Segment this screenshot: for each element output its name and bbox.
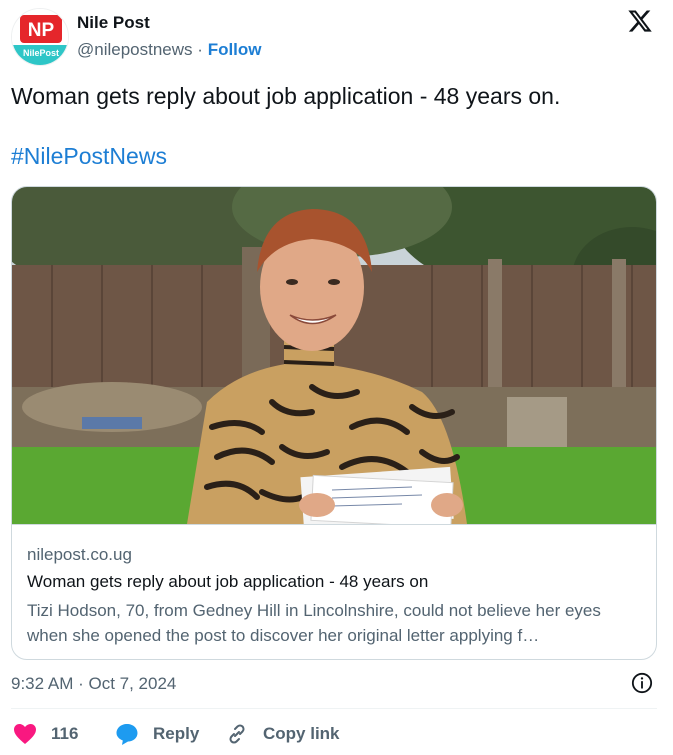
card-domain: nilepost.co.ug [27,545,132,564]
separator: · [197,40,203,59]
tweet-header: NP NilePost Nile Post @nilepostnews · Fo… [11,8,662,66]
reply-button[interactable]: Reply [115,720,199,748]
avatar-letters: NP [28,20,55,41]
card-body[interactable]: nilepost.co.ug Woman gets reply about jo… [12,524,656,659]
account-handle[interactable]: @nilepostnews [77,40,193,59]
like-count: 116 [51,724,79,743]
handle-line: @nilepostnews · Follow [77,40,262,60]
like-button[interactable]: 116 [13,720,78,748]
link-card[interactable]: nilepost.co.ug Woman gets reply about jo… [11,186,657,660]
link-icon [229,724,245,744]
reply-bubble-icon [116,724,138,745]
hashtag-link[interactable]: #NilePostNews [11,143,167,170]
divider [11,708,657,709]
card-description: Tizi Hodson, 70, from Gedney Hill in Lin… [27,601,601,645]
avatar[interactable]: NP NilePost [11,8,69,66]
action-bar: 116 Reply Copy link [11,720,657,748]
avatar-sub: NilePost [22,48,59,58]
nilepost-logo-icon: NP [20,15,62,43]
tweet-text: Woman gets reply about job application -… [11,83,561,109]
account-name[interactable]: Nile Post [77,13,150,33]
x-logo-icon[interactable] [626,8,654,34]
follow-button[interactable]: Follow [208,40,262,59]
reply-label: Reply [153,724,200,743]
heart-icon [14,724,36,744]
copy-link-label: Copy link [263,724,340,743]
card-image[interactable] [12,187,657,524]
info-icon[interactable] [631,672,653,694]
card-title: Woman gets reply about job application -… [27,572,429,591]
tweet-timestamp[interactable]: 9:32 AM · Oct 7, 2024 [11,674,176,694]
copy-link-button[interactable]: Copy link [225,720,340,748]
